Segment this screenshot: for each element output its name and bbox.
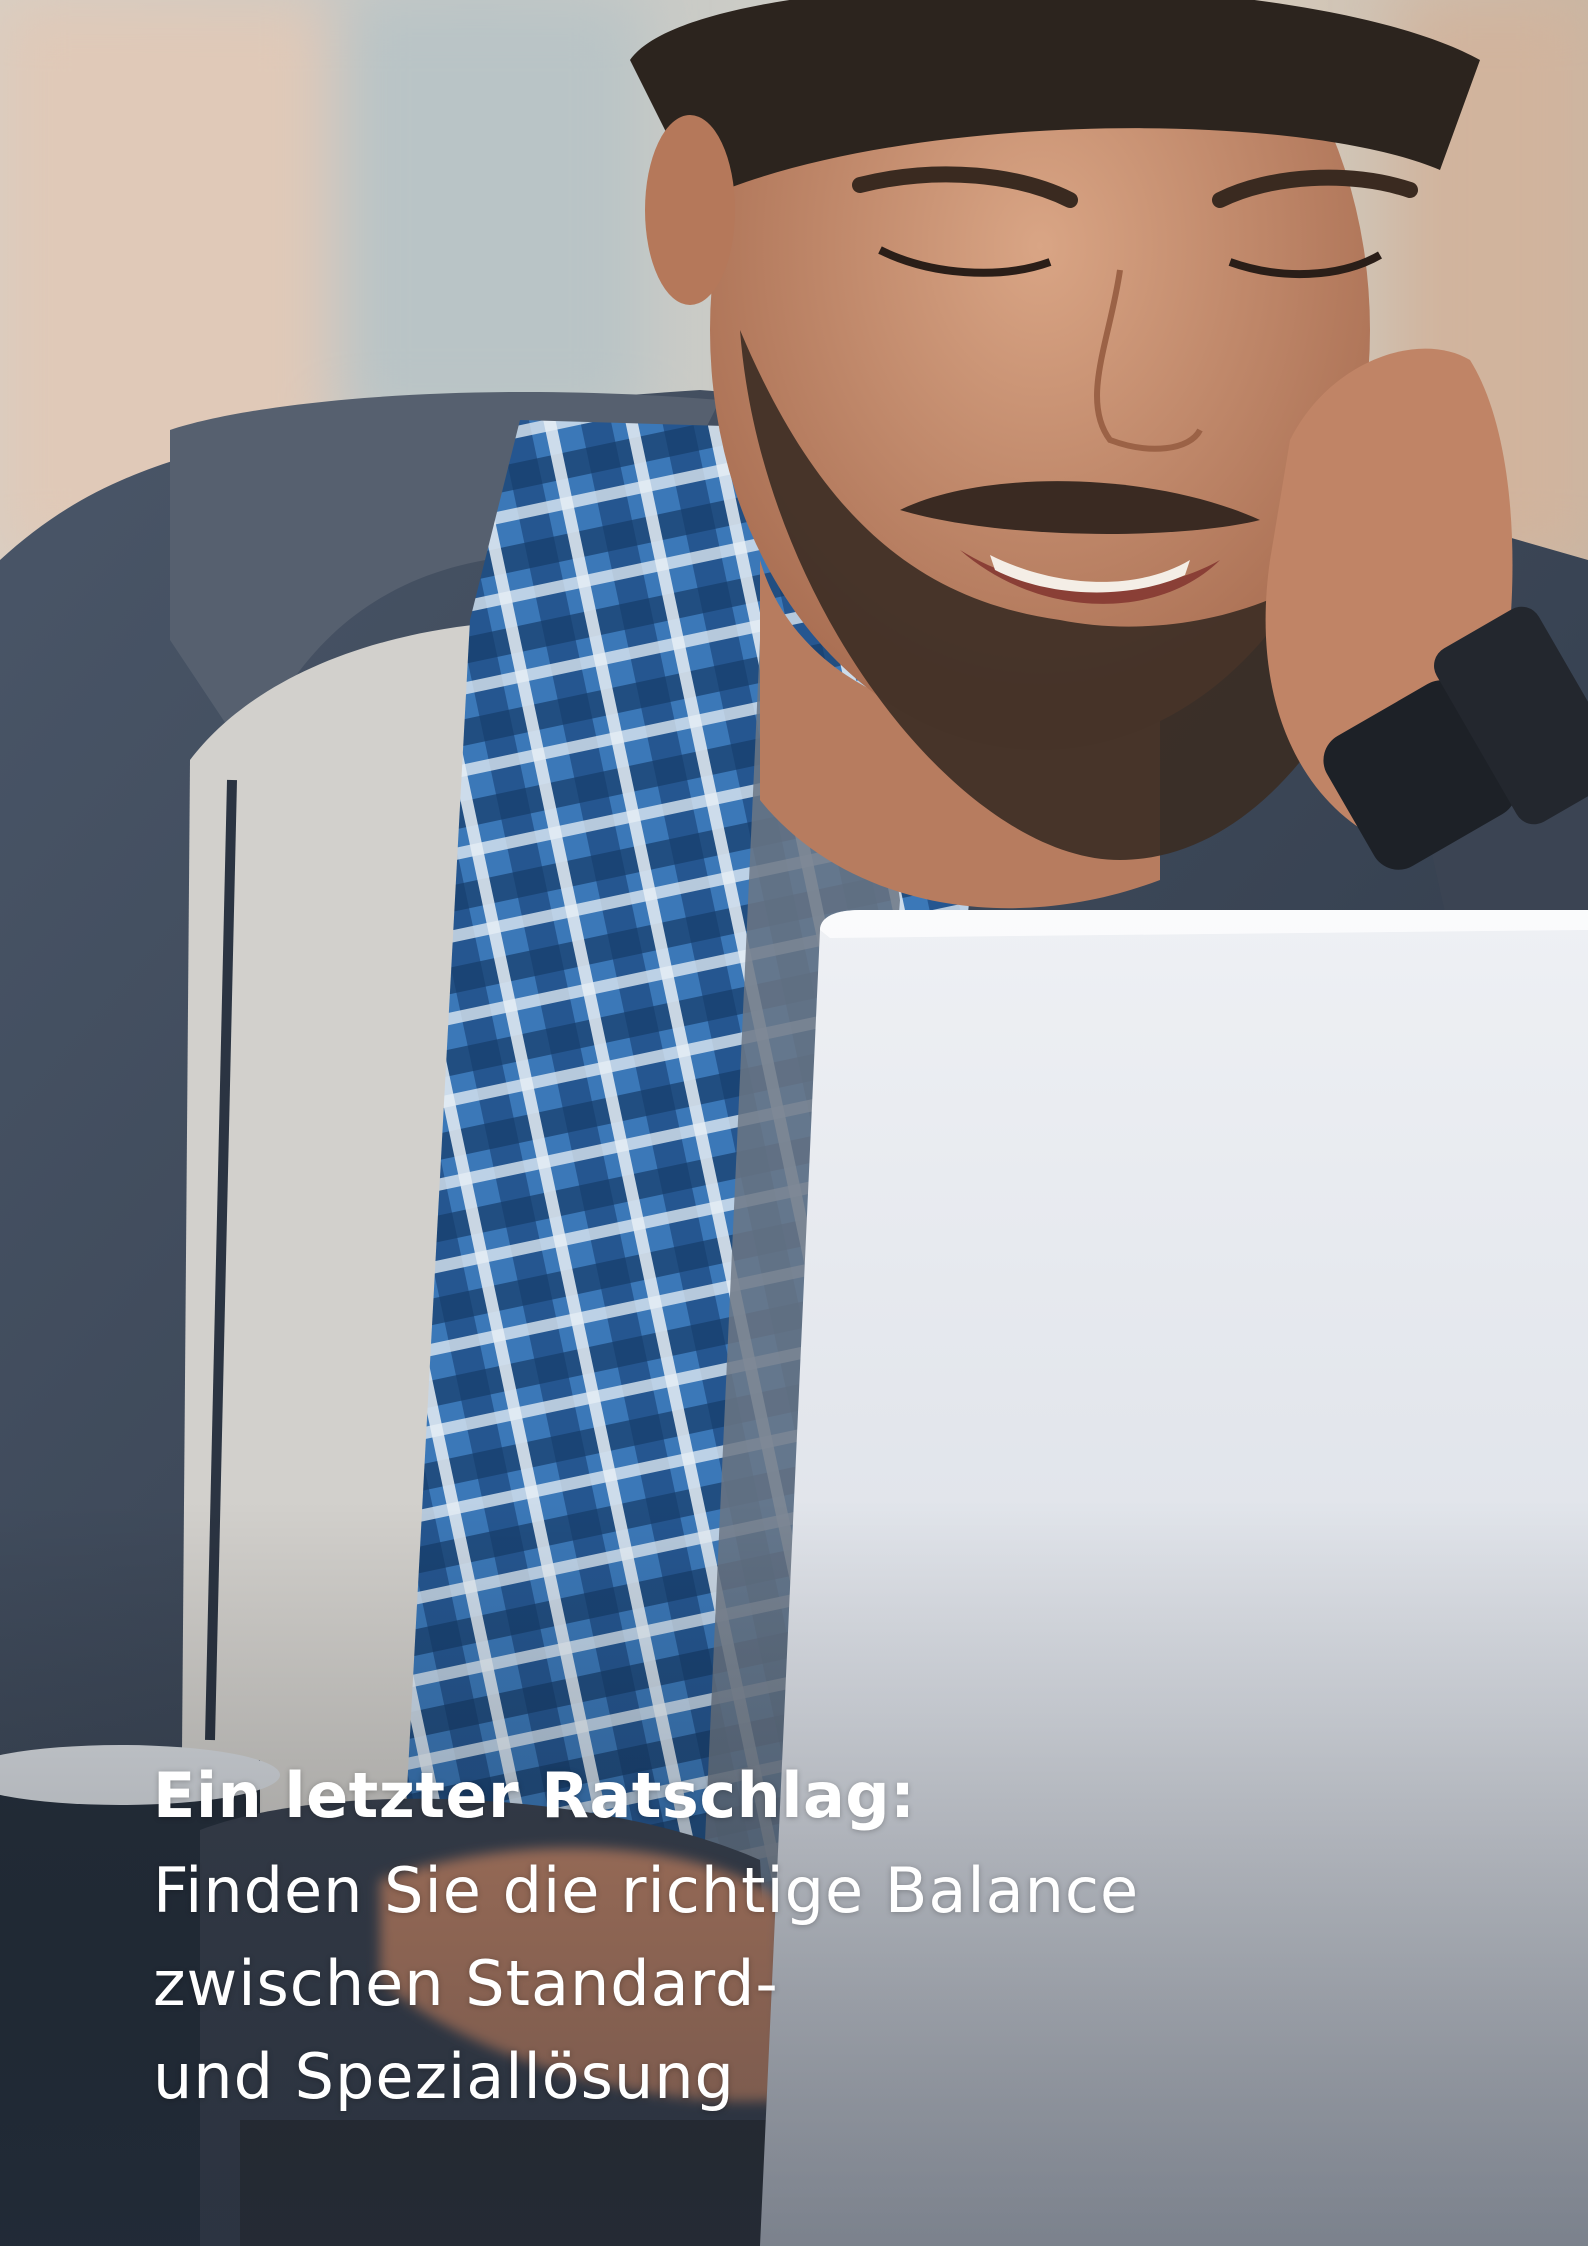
caption: Ein letzter Ratschlag: Finden Sie die ri… <box>153 1748 1353 2123</box>
caption-line-1: Finden Sie die richtige Balance <box>153 1854 1140 1927</box>
caption-line-3: und Speziallösung <box>153 2040 735 2113</box>
caption-headline: Ein letzter Ratschlag: <box>153 1759 916 1832</box>
caption-line-2: zwischen Standard- <box>153 1947 779 2020</box>
cover-page: Ein letzter Ratschlag: Finden Sie die ri… <box>0 0 1588 2246</box>
